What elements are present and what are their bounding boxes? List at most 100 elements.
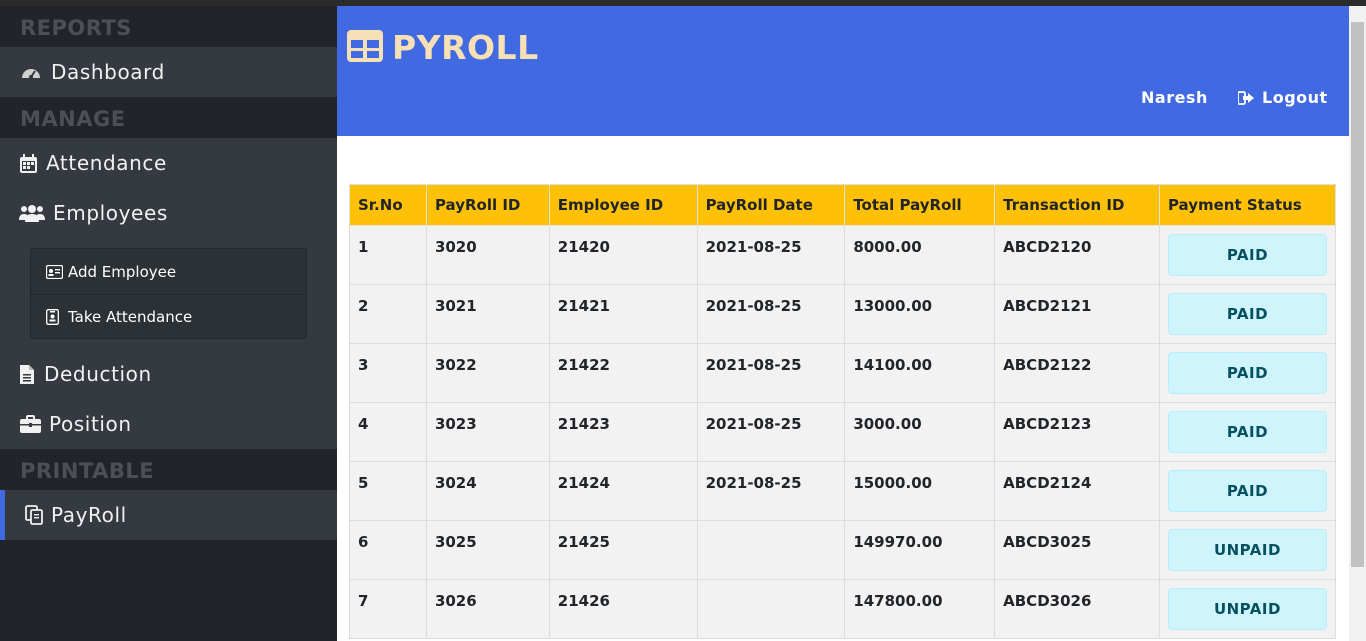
table-row: 7 3026 21426 147800.00 ABCD3026 UNPAID [349, 579, 1337, 639]
sidebar-item-label: Dashboard [51, 60, 165, 84]
main-content: PYROLL Naresh Logout Sr.No PayRoll ID Em… [337, 6, 1349, 641]
cell-payroll-date: 2021-08-25 [696, 402, 846, 462]
cell-payment-status: PAID [1158, 402, 1337, 462]
id-card-icon [46, 264, 64, 280]
sidebar-item-label: Attendance [46, 151, 167, 175]
sidebar-item-label: Employees [53, 201, 168, 225]
cell-total-payroll: 14100.00 [844, 343, 996, 403]
employees-submenu: Add Employee Take Attendance [30, 248, 307, 339]
cell-employee-id: 21421 [548, 284, 698, 344]
cell-transaction-id: ABCD2121 [994, 284, 1160, 344]
cell-srno: 3 [349, 343, 427, 403]
brand[interactable]: PYROLL [347, 28, 539, 67]
sidebar-item-attendance[interactable]: Attendance [0, 138, 337, 188]
col-header-payroll-id: PayRoll ID [425, 184, 550, 226]
cell-srno: 7 [349, 579, 427, 639]
employees-submenu-wrap: Add Employee Take Attendance [0, 238, 337, 349]
cell-payroll-date: 2021-08-25 [696, 284, 846, 344]
col-header-srno: Sr.No [349, 184, 427, 226]
cell-payment-status: UNPAID [1158, 520, 1337, 580]
cell-payment-status: PAID [1158, 461, 1337, 521]
cell-srno: 6 [349, 520, 427, 580]
sidebar-subitem-label: Add Employee [68, 262, 177, 281]
status-badge[interactable]: PAID [1167, 293, 1327, 335]
vertical-scrollbar[interactable] [1349, 6, 1366, 641]
sidebar-item-label: PayRoll [51, 503, 127, 527]
file-icon [19, 364, 35, 384]
sidebar-item-label: Deduction [44, 362, 152, 386]
user-name-link[interactable]: Naresh [1141, 88, 1208, 107]
sidebar-item-deduction[interactable]: Deduction [0, 349, 337, 399]
col-header-employee-id: Employee ID [548, 184, 698, 226]
payroll-table: Sr.No PayRoll ID Employee ID PayRoll Dat… [349, 184, 1337, 639]
table-row: 6 3025 21425 149970.00 ABCD3025 UNPAID [349, 520, 1337, 580]
cell-payment-status: PAID [1158, 225, 1337, 285]
cell-payment-status: PAID [1158, 343, 1337, 403]
cell-employee-id: 21425 [548, 520, 698, 580]
cell-transaction-id: ABCD2120 [994, 225, 1160, 285]
cell-payroll-date: 2021-08-25 [696, 461, 846, 521]
cell-payroll-id: 3020 [425, 225, 550, 285]
cell-payroll-date: 2021-08-25 [696, 225, 846, 285]
table-row: 3 3022 21422 2021-08-25 14100.00 ABCD212… [349, 343, 1337, 403]
sidebar-subitem-add-employee[interactable]: Add Employee [31, 249, 306, 294]
cell-srno: 1 [349, 225, 427, 285]
cell-payroll-id: 3021 [425, 284, 550, 344]
id-badge-icon [46, 309, 64, 325]
cell-employee-id: 21426 [548, 579, 698, 639]
col-header-payroll-date: PayRoll Date [696, 184, 846, 226]
cell-transaction-id: ABCD3026 [994, 579, 1160, 639]
sidebar-item-label: Position [49, 412, 132, 436]
cell-payment-status: UNPAID [1158, 579, 1337, 639]
section-manage: MANAGE [0, 97, 337, 138]
cell-payment-status: PAID [1158, 284, 1337, 344]
cell-payroll-id: 3025 [425, 520, 550, 580]
cell-transaction-id: ABCD3025 [994, 520, 1160, 580]
page-header: PYROLL Naresh Logout [337, 6, 1349, 136]
sidebar-subitem-label: Take Attendance [68, 308, 193, 326]
briefcase-icon [19, 414, 41, 434]
section-reports: REPORTS [0, 6, 337, 47]
sidebar-item-payroll[interactable]: PayRoll [0, 490, 337, 540]
status-badge[interactable]: UNPAID [1167, 588, 1327, 630]
cell-employee-id: 21424 [548, 461, 698, 521]
cell-employee-id: 21422 [548, 343, 698, 403]
scrollbar-thumb[interactable] [1351, 22, 1364, 567]
cell-srno: 2 [349, 284, 427, 344]
status-badge[interactable]: UNPAID [1167, 529, 1327, 571]
cell-total-payroll: 15000.00 [844, 461, 996, 521]
cell-employee-id: 21420 [548, 225, 698, 285]
cell-srno: 5 [349, 461, 427, 521]
cell-transaction-id: ABCD2122 [994, 343, 1160, 403]
cell-payroll-id: 3024 [425, 461, 550, 521]
col-header-payment-status: Payment Status [1158, 184, 1337, 226]
section-printable: PRINTABLE [0, 449, 337, 490]
table-icon [347, 29, 383, 66]
sidebar: REPORTS Dashboard MANAGE Attendance Empl… [0, 6, 337, 641]
cell-payroll-id: 3022 [425, 343, 550, 403]
sidebar-subitem-take-attendance[interactable]: Take Attendance [31, 294, 306, 339]
status-badge[interactable]: PAID [1167, 352, 1327, 394]
sidebar-item-position[interactable]: Position [0, 399, 337, 449]
sidebar-item-dashboard[interactable]: Dashboard [0, 47, 337, 97]
col-header-total-payroll: Total PayRoll [844, 184, 996, 226]
cell-total-payroll: 147800.00 [844, 579, 996, 639]
cell-srno: 4 [349, 402, 427, 462]
status-badge[interactable]: PAID [1167, 234, 1327, 276]
cell-total-payroll: 8000.00 [844, 225, 996, 285]
sign-out-icon [1238, 90, 1254, 105]
col-header-transaction-id: Transaction ID [994, 184, 1160, 226]
table-row: 1 3020 21420 2021-08-25 8000.00 ABCD2120… [349, 225, 1337, 285]
cell-payroll-id: 3026 [425, 579, 550, 639]
users-icon [19, 203, 45, 223]
logout-link[interactable]: Logout [1238, 88, 1328, 107]
calendar-icon [19, 153, 37, 173]
table-row: 4 3023 21423 2021-08-25 3000.00 ABCD2123… [349, 402, 1337, 462]
sidebar-item-employees[interactable]: Employees [0, 188, 337, 238]
status-badge[interactable]: PAID [1167, 411, 1327, 453]
cell-total-payroll: 149970.00 [844, 520, 996, 580]
status-badge[interactable]: PAID [1167, 470, 1327, 512]
copy-icon [24, 505, 44, 525]
cell-payroll-date [696, 520, 846, 580]
cell-payroll-date [696, 579, 846, 639]
